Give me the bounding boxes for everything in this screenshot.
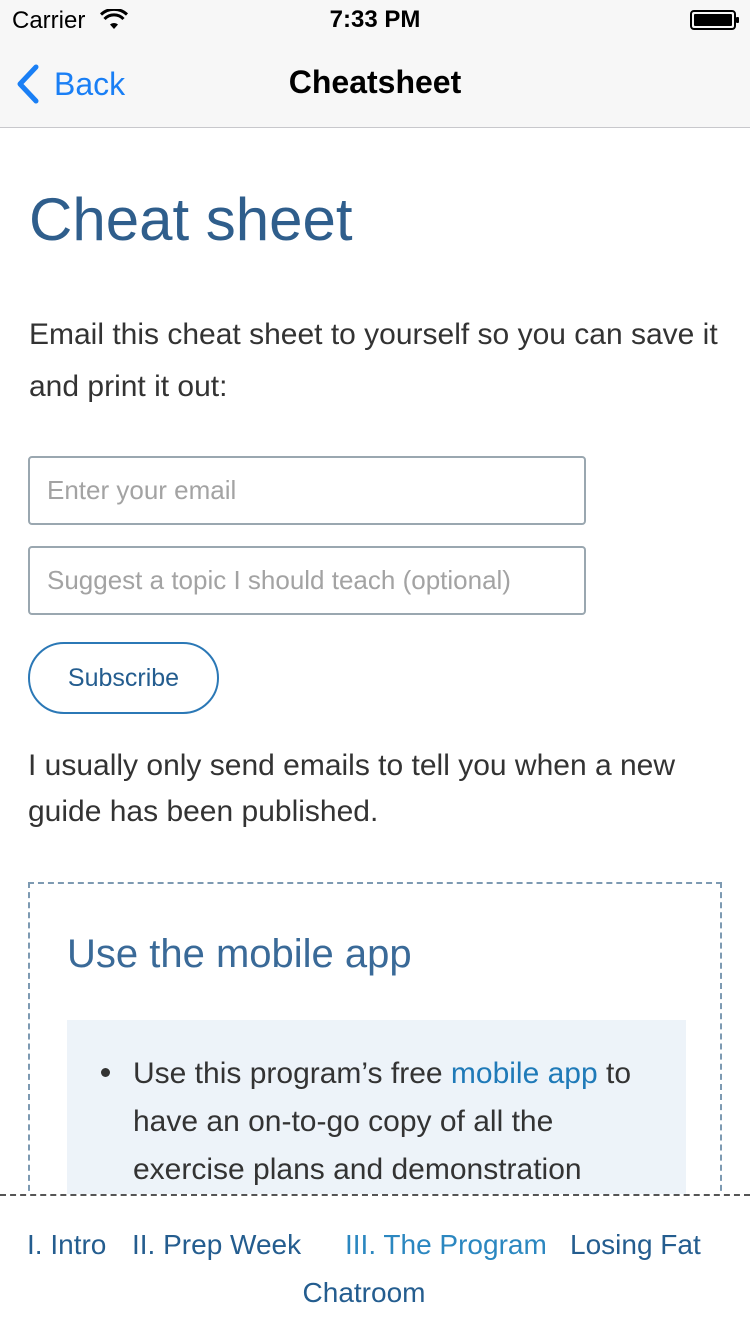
nav-link-the-program[interactable]: III. The Program — [345, 1229, 547, 1261]
mobile-app-panel: Use this program’s free mobile app to ha… — [67, 1020, 686, 1194]
topic-suggestion-field[interactable] — [28, 546, 586, 615]
subscribe-button[interactable]: Subscribe — [28, 642, 219, 714]
bullet-text-prefix: Use this program’s free — [133, 1057, 451, 1090]
email-note-text: I usually only send emails to tell you w… — [28, 749, 676, 828]
page-title: Cheat sheet — [29, 186, 353, 253]
status-bar: Carrier 7:33 PM — [0, 0, 750, 40]
nav-link-prep-week[interactable]: II. Prep Week — [132, 1229, 301, 1261]
mobile-app-heading: Use the mobile app — [67, 932, 412, 976]
nav-title: Cheatsheet — [288, 64, 462, 100]
bottom-navigation: I. Intro II. Prep Week III. The Program … — [0, 1194, 750, 1334]
navigation-bar: Back Cheatsheet — [0, 40, 750, 128]
bullet-icon — [101, 1068, 110, 1077]
intro-text: Email this cheat sheet to yourself so yo… — [29, 318, 718, 403]
nav-link-intro[interactable]: I. Intro — [27, 1229, 106, 1261]
email-field[interactable] — [28, 456, 586, 525]
page-content[interactable]: Cheat sheet Email this cheat sheet to yo… — [0, 129, 750, 1194]
mobile-app-link[interactable]: mobile app — [451, 1057, 598, 1090]
status-time: 7:33 PM — [329, 6, 421, 33]
list-item: Use this program’s free mobile app to ha… — [133, 1050, 663, 1194]
battery-icon — [690, 10, 739, 30]
nav-link-chatroom[interactable]: Chatroom — [0, 1277, 728, 1309]
mobile-app-box: Use the mobile app Use this program’s fr… — [28, 882, 722, 1194]
nav-link-losing-fat[interactable]: Losing Fat — [570, 1229, 701, 1261]
